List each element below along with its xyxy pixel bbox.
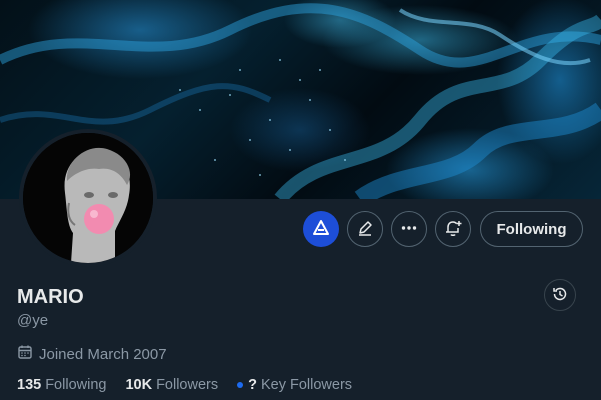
notifications-button[interactable] — [435, 211, 471, 247]
followers-label: Followers — [156, 377, 219, 393]
following-count-link[interactable]: 135 Following — [17, 377, 106, 393]
key-followers-link[interactable]: ? Key Followers — [237, 377, 352, 393]
followers-count: 10K — [125, 377, 153, 393]
more-icon — [400, 219, 418, 240]
grok-icon — [311, 218, 331, 241]
following-label: Following — [45, 377, 107, 393]
key-followers-dot-icon — [237, 382, 244, 388]
key-followers-count: ? — [248, 377, 257, 393]
profile-handle: @ye — [17, 312, 49, 329]
joined-date: Joined March 2007 — [17, 344, 167, 364]
edit-button[interactable] — [347, 211, 383, 247]
joined-text: Joined March 2007 — [39, 345, 167, 363]
more-button[interactable] — [391, 211, 427, 247]
followers-count-link[interactable]: 10K Followers — [125, 377, 218, 393]
calendar-icon — [17, 344, 39, 364]
following-button[interactable]: Following — [480, 211, 583, 247]
pencil-icon — [356, 219, 374, 240]
following-count: 135 — [17, 377, 42, 393]
profile-stats: 135 Following 10K Followers ? Key Follow… — [17, 377, 371, 393]
avatar[interactable] — [19, 129, 157, 267]
profile-name: MARIO — [17, 286, 84, 308]
history-icon — [551, 285, 569, 306]
bell-plus-icon — [443, 218, 463, 241]
history-button[interactable] — [544, 279, 576, 311]
key-followers-label: Key Followers — [260, 377, 353, 393]
grok-button[interactable] — [303, 211, 339, 247]
avatar-image — [23, 133, 153, 263]
